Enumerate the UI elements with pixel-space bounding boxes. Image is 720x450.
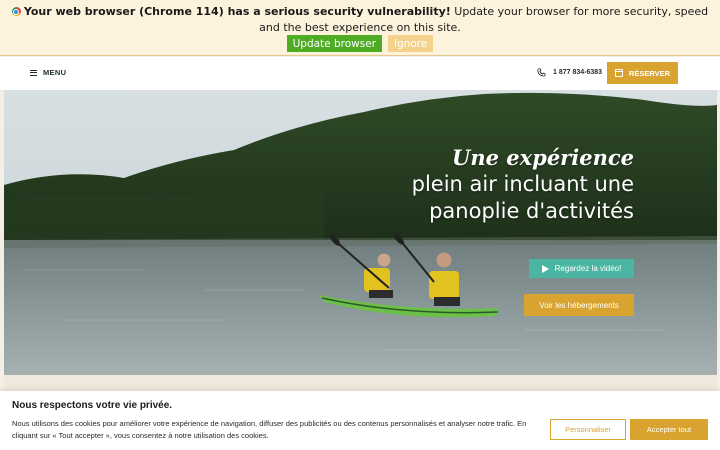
hero-tagline: plein air incluant une panoplie d'activi… [411,172,634,223]
reserve-label: RÉSERVER [628,68,671,78]
menu-label: MENU [43,68,67,77]
site-header: MENU 1 877 834-6383 RÉSERVER [0,57,720,90]
cookie-text: Nous utilisons des cookies pour améliore… [12,419,527,440]
watch-video-button[interactable]: Regardez la vidéo! [529,259,634,278]
update-message: Your web browser (Chrome 114) has a seri… [8,4,712,36]
browser-update-bar: Your web browser (Chrome 114) has a seri… [0,0,720,56]
hero-section: Une expérience plein air incluant une pa… [4,90,717,375]
hero-lake-kayak-image [4,90,717,375]
view-lodging-button[interactable]: Voir les hébergements [524,294,634,316]
hero-tagline-script: Une expérience [452,145,634,170]
hamburger-icon [30,69,37,76]
cookie-title: Nous respectons votre vie privée. [12,400,173,411]
section-strip [4,375,717,392]
customize-button[interactable]: Personnaliser [550,419,626,440]
phone-number: 1 877 834-6383 [553,69,603,76]
accept-all-button[interactable]: Accepter tout [630,419,708,440]
cookie-banner: Nous respectons votre vie privée. Nous u… [0,391,720,450]
play-icon [541,264,549,273]
ignore-button[interactable]: Ignore [387,35,434,52]
phone-icon [537,68,546,77]
chrome-icon [11,7,21,16]
update-warning: Your web browser (Chrome 114) has a seri… [23,5,451,18]
update-browser-button[interactable]: Update browser [286,35,382,52]
reserve-button[interactable]: RÉSERVER [607,62,678,84]
menu-button[interactable]: MENU [30,68,66,77]
calendar-icon [614,69,623,77]
video-label: Regardez la vidéo! [554,264,622,273]
phone-link[interactable]: 1 877 834-6383 [537,68,602,77]
